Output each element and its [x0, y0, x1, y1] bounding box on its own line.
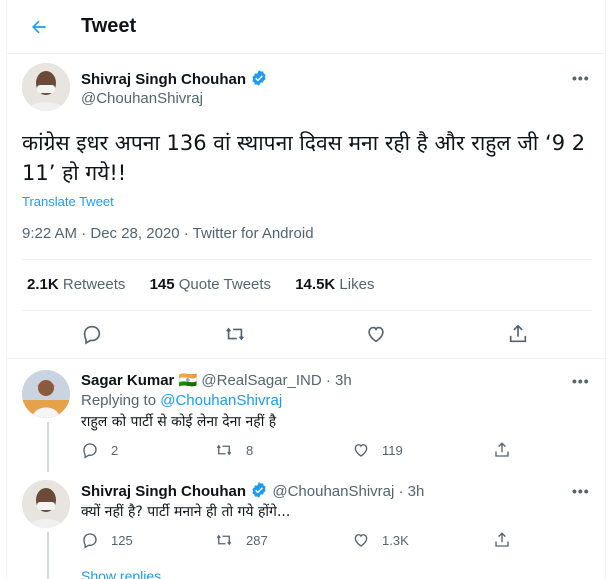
retweet-icon	[216, 444, 232, 456]
reply-button[interactable]: 125	[81, 531, 133, 549]
show-replies-link[interactable]: Show replies	[81, 568, 161, 579]
tweet-text: कांग्रेस इधर अपना 136 वां स्थापना दिवस म…	[22, 131, 586, 185]
replying-to-handle[interactable]: @ChouhanShivraj	[160, 392, 282, 409]
reply-text: क्यों नहीं है? पार्टी मनाने ही तो गये हो…	[81, 504, 291, 520]
more-options-icon[interactable]: •••	[572, 373, 590, 389]
retweet-icon	[216, 534, 232, 546]
replying-to: Replying to @ChouhanShivraj	[81, 392, 283, 409]
like-icon[interactable]	[365, 323, 399, 345]
like-icon	[354, 444, 368, 457]
thread-line	[47, 532, 49, 579]
retweets-stat[interactable]: 2.1K Retweets	[27, 276, 125, 293]
like-button[interactable]: 1.3K	[352, 531, 409, 549]
page-title: Tweet	[81, 15, 137, 37]
share-icon[interactable]	[493, 531, 523, 549]
flag: 🇮🇳	[178, 372, 198, 389]
reply-icon[interactable]	[81, 323, 115, 345]
more-options-icon[interactable]: •••	[572, 70, 590, 86]
thread-line	[47, 422, 49, 472]
author-handle[interactable]: @ChouhanShivraj	[272, 483, 394, 500]
tweet-meta: 9:22 AM · Dec 28, 2020 · Twitter for And…	[22, 225, 314, 242]
reply-text: राहुल को पार्टी से कोई लेना देना नहीं है	[81, 414, 277, 430]
share-icon[interactable]	[493, 441, 523, 459]
back-arrow-icon[interactable]	[27, 15, 51, 39]
avatar[interactable]	[22, 63, 70, 111]
timestamp[interactable]: · 3h	[326, 372, 352, 389]
more-options-icon[interactable]: •••	[572, 483, 590, 499]
author-name[interactable]: Sagar Kumar	[81, 372, 174, 389]
translate-tweet-link[interactable]: Translate Tweet	[22, 194, 114, 209]
author-name[interactable]: Shivraj Singh Chouhan	[81, 71, 246, 88]
author-handle[interactable]: @ChouhanShivraj	[81, 90, 203, 107]
retweet-button[interactable]: 8	[214, 441, 253, 459]
like-icon	[354, 534, 368, 547]
verified-badge-icon	[250, 481, 268, 503]
page-header: Tweet	[7, 0, 605, 54]
retweet-icon[interactable]	[223, 323, 259, 345]
share-icon[interactable]	[507, 323, 541, 345]
quote-tweets-stat[interactable]: 145 Quote Tweets	[150, 276, 271, 293]
reply-icon	[83, 533, 97, 549]
author-handle[interactable]: @RealSagar_IND	[201, 372, 321, 389]
divider	[22, 259, 592, 260]
like-button[interactable]: 119	[352, 441, 403, 459]
verified-badge-icon	[250, 69, 268, 92]
divider	[7, 358, 607, 359]
tweet-page: Tweet Shivraj Singh Chouhan @ChouhanShiv…	[6, 0, 607, 579]
avatar[interactable]	[22, 370, 70, 418]
reply-icon	[83, 443, 97, 459]
author-name[interactable]: Shivraj Singh Chouhan	[81, 483, 246, 500]
divider	[22, 310, 592, 311]
engagement-stats: 2.1K Retweets 145 Quote Tweets 14.5K Lik…	[27, 276, 394, 293]
timestamp[interactable]: · 3h	[399, 483, 425, 500]
retweet-button[interactable]: 287	[214, 531, 268, 549]
reply-button[interactable]: 2	[81, 441, 118, 459]
avatar[interactable]	[22, 480, 70, 528]
likes-stat[interactable]: 14.5K Likes	[295, 276, 374, 293]
